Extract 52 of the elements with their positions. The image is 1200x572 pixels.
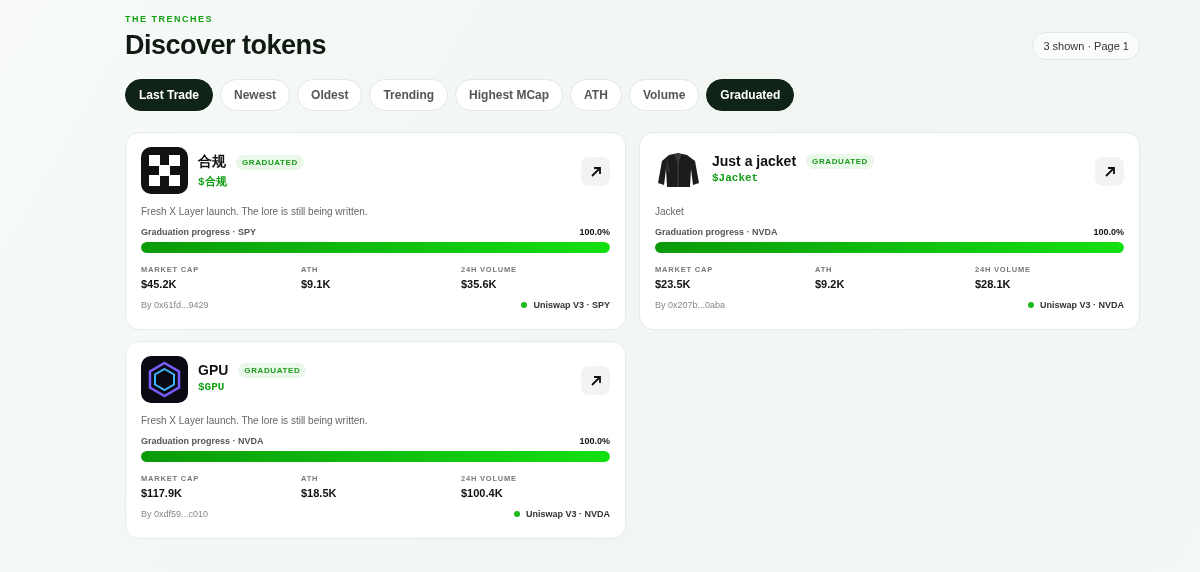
stat-value: $35.6K bbox=[461, 278, 498, 290]
token-ticker: $Jacket bbox=[712, 172, 760, 184]
stat-value: $28.1K bbox=[975, 278, 1012, 290]
progress-value: 100.0% bbox=[579, 436, 610, 446]
token-name: 合规 bbox=[198, 153, 226, 171]
stat-value: $23.5K bbox=[655, 278, 692, 290]
venue-label: Uniswap V3 · SPY bbox=[533, 300, 610, 310]
token-description: Fresh X Layer launch. The lore is still being written. bbox=[141, 415, 369, 426]
token-name: Just a jacket bbox=[712, 153, 797, 169]
filter-pill[interactable]: Last Trade bbox=[125, 79, 214, 111]
section-eyebrow: THE TRENCHES bbox=[125, 14, 214, 24]
filter-pill[interactable]: Volume bbox=[628, 79, 700, 111]
token-description: Fresh X Layer launch. The lore is still being written. bbox=[141, 206, 369, 217]
creator-address: By 0x207b...0aba bbox=[655, 300, 726, 310]
progress-value: 100.0% bbox=[579, 227, 610, 237]
token-ticker: $GPU bbox=[198, 381, 226, 393]
filter-pill[interactable]: Oldest bbox=[297, 79, 363, 111]
open-arrow-button[interactable] bbox=[581, 366, 610, 395]
venue-label: Uniswap V3 · NVDA bbox=[526, 509, 610, 519]
status-badge: GRADUATED bbox=[806, 153, 874, 169]
hexagon-logo-icon bbox=[141, 356, 188, 403]
progress-label: Graduation progress · NVDA bbox=[655, 227, 778, 237]
filter-pill[interactable]: Trending bbox=[369, 79, 449, 111]
creator-address: By 0x61fd...9429 bbox=[141, 300, 209, 310]
status-badge: GRADUATED bbox=[236, 154, 304, 170]
venue-label: Uniswap V3 · NVDA bbox=[1040, 300, 1124, 310]
arrow-up-right-icon bbox=[589, 165, 602, 178]
filter-pill[interactable]: Highest MCap bbox=[455, 79, 564, 111]
progress-label: Graduation progress · NVDA bbox=[141, 436, 264, 446]
page-title: Discover tokens bbox=[125, 30, 327, 61]
filter-pill[interactable]: Newest bbox=[220, 79, 291, 111]
stat-value: $18.5K bbox=[301, 487, 338, 499]
progress-label: Graduation progress · SPY bbox=[141, 227, 257, 237]
token-description: Jacket bbox=[655, 206, 685, 217]
creator-address: By 0xdf59...c010 bbox=[141, 509, 209, 519]
page-info-badge: 3 shown · Page 1 bbox=[1032, 31, 1140, 60]
stat-value: $9.2K bbox=[815, 278, 846, 290]
progress-value: 100.0% bbox=[1093, 227, 1124, 237]
open-arrow-button[interactable] bbox=[1095, 157, 1124, 186]
status-badge: GRADUATED bbox=[238, 362, 307, 378]
token-ticker: $合规 bbox=[198, 175, 228, 189]
arrow-up-right-icon bbox=[589, 374, 602, 387]
checker-logo-icon bbox=[141, 147, 188, 194]
stat-value: $100.4K bbox=[461, 487, 504, 499]
filter-pill[interactable]: ATH bbox=[570, 79, 622, 111]
stat-value: $45.2K bbox=[141, 278, 178, 290]
arrow-up-right-icon bbox=[1103, 165, 1116, 178]
token-name: GPU bbox=[198, 362, 229, 378]
open-arrow-button[interactable] bbox=[581, 157, 610, 186]
stat-value: $9.1K bbox=[301, 278, 332, 290]
filter-pill[interactable]: Graduated bbox=[706, 79, 795, 111]
stat-value: $117.9K bbox=[141, 487, 183, 499]
